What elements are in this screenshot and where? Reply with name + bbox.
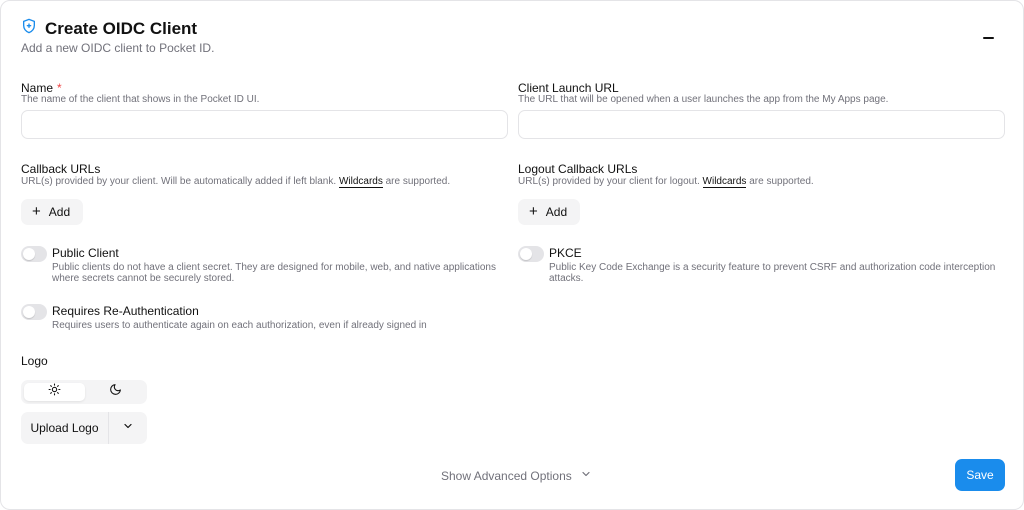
plus-icon: + — [529, 203, 538, 220]
save-button[interactable]: Save — [955, 459, 1005, 491]
logo-label: Logo — [21, 354, 48, 368]
callback-urls-description: URL(s) provided by your client. Will be … — [21, 176, 451, 188]
public-client-desc-line1: Public clients do not have a client secr… — [52, 262, 496, 273]
add-label: Add — [48, 205, 71, 219]
upload-logo-group: Upload Logo — [21, 412, 147, 444]
chevron-down-icon — [580, 468, 592, 483]
reauth-title: Requires Re-Authentication — [52, 304, 199, 318]
add-label: Add — [545, 205, 568, 219]
logo-theme-switch — [21, 380, 147, 404]
name-label-text: Name — [21, 81, 54, 95]
logout-desc-suffix: are supported. — [749, 176, 814, 187]
required-asterisk: * — [57, 81, 62, 95]
minimize-button[interactable] — [977, 27, 999, 49]
page-subtitle: Add a new OIDC client to Pocket ID. — [21, 41, 215, 55]
launch-url-label: Client Launch URL — [518, 81, 619, 95]
name-input[interactable] — [21, 110, 508, 139]
pkce-toggle[interactable] — [518, 246, 544, 262]
add-logout-callback-url-button[interactable]: + Add — [518, 199, 580, 225]
reauth-toggle[interactable] — [21, 304, 47, 320]
logout-callback-urls-label: Logout Callback URLs — [518, 162, 638, 176]
name-label: Name * — [21, 81, 62, 95]
callback-desc-text: URL(s) provided by your client. Will be … — [21, 176, 337, 187]
light-theme-option[interactable] — [24, 383, 85, 401]
toggle-knob — [23, 248, 35, 260]
dark-theme-option[interactable] — [85, 383, 146, 401]
launch-url-input[interactable] — [518, 110, 1005, 139]
toggle-knob — [520, 248, 532, 260]
upload-logo-button[interactable]: Upload Logo — [21, 412, 109, 444]
reauth-description: Requires users to authenticate again on … — [52, 320, 427, 331]
minus-icon — [982, 37, 994, 39]
wildcards-link[interactable]: Wildcards — [338, 176, 383, 188]
public-client-description: Public clients do not have a client secr… — [52, 262, 496, 284]
show-advanced-options-button[interactable]: Show Advanced Options — [441, 468, 592, 483]
page-title: Create OIDC Client — [45, 18, 198, 38]
callback-urls-label: Callback URLs — [21, 162, 101, 176]
chevron-down-icon — [122, 419, 134, 437]
add-callback-url-button[interactable]: + Add — [21, 199, 83, 225]
plus-icon: + — [32, 203, 41, 220]
launch-url-description: The URL that will be opened when a user … — [518, 94, 889, 105]
create-oidc-client-card: Create OIDC Client Add a new OIDC client… — [0, 0, 1024, 510]
name-description: The name of the client that shows in the… — [21, 94, 260, 105]
public-client-toggle[interactable] — [21, 246, 47, 262]
wildcards-link[interactable]: Wildcards — [702, 176, 747, 188]
logout-callback-urls-description: URL(s) provided by your client for logou… — [518, 176, 814, 188]
advanced-label: Show Advanced Options — [441, 468, 572, 483]
pkce-title: PKCE — [549, 246, 582, 260]
public-client-title: Public Client — [52, 246, 119, 260]
pkce-desc-line1: Public Key Code Exchange is a security f… — [549, 262, 996, 273]
toggle-knob — [23, 306, 35, 318]
pkce-description: Public Key Code Exchange is a security f… — [549, 262, 995, 284]
upload-logo-menu-button[interactable] — [109, 412, 147, 444]
moon-icon — [109, 383, 122, 401]
card-header: Create OIDC Client — [21, 18, 197, 39]
shield-plus-icon — [21, 18, 37, 39]
pkce-desc-line2: attacks. — [549, 273, 584, 284]
logout-desc-text: URL(s) provided by your client for logou… — [518, 176, 700, 187]
sun-icon — [48, 383, 61, 401]
public-client-desc-line2: where secrets cannot be securely stored. — [52, 273, 235, 284]
callback-desc-suffix: are supported. — [385, 176, 451, 187]
